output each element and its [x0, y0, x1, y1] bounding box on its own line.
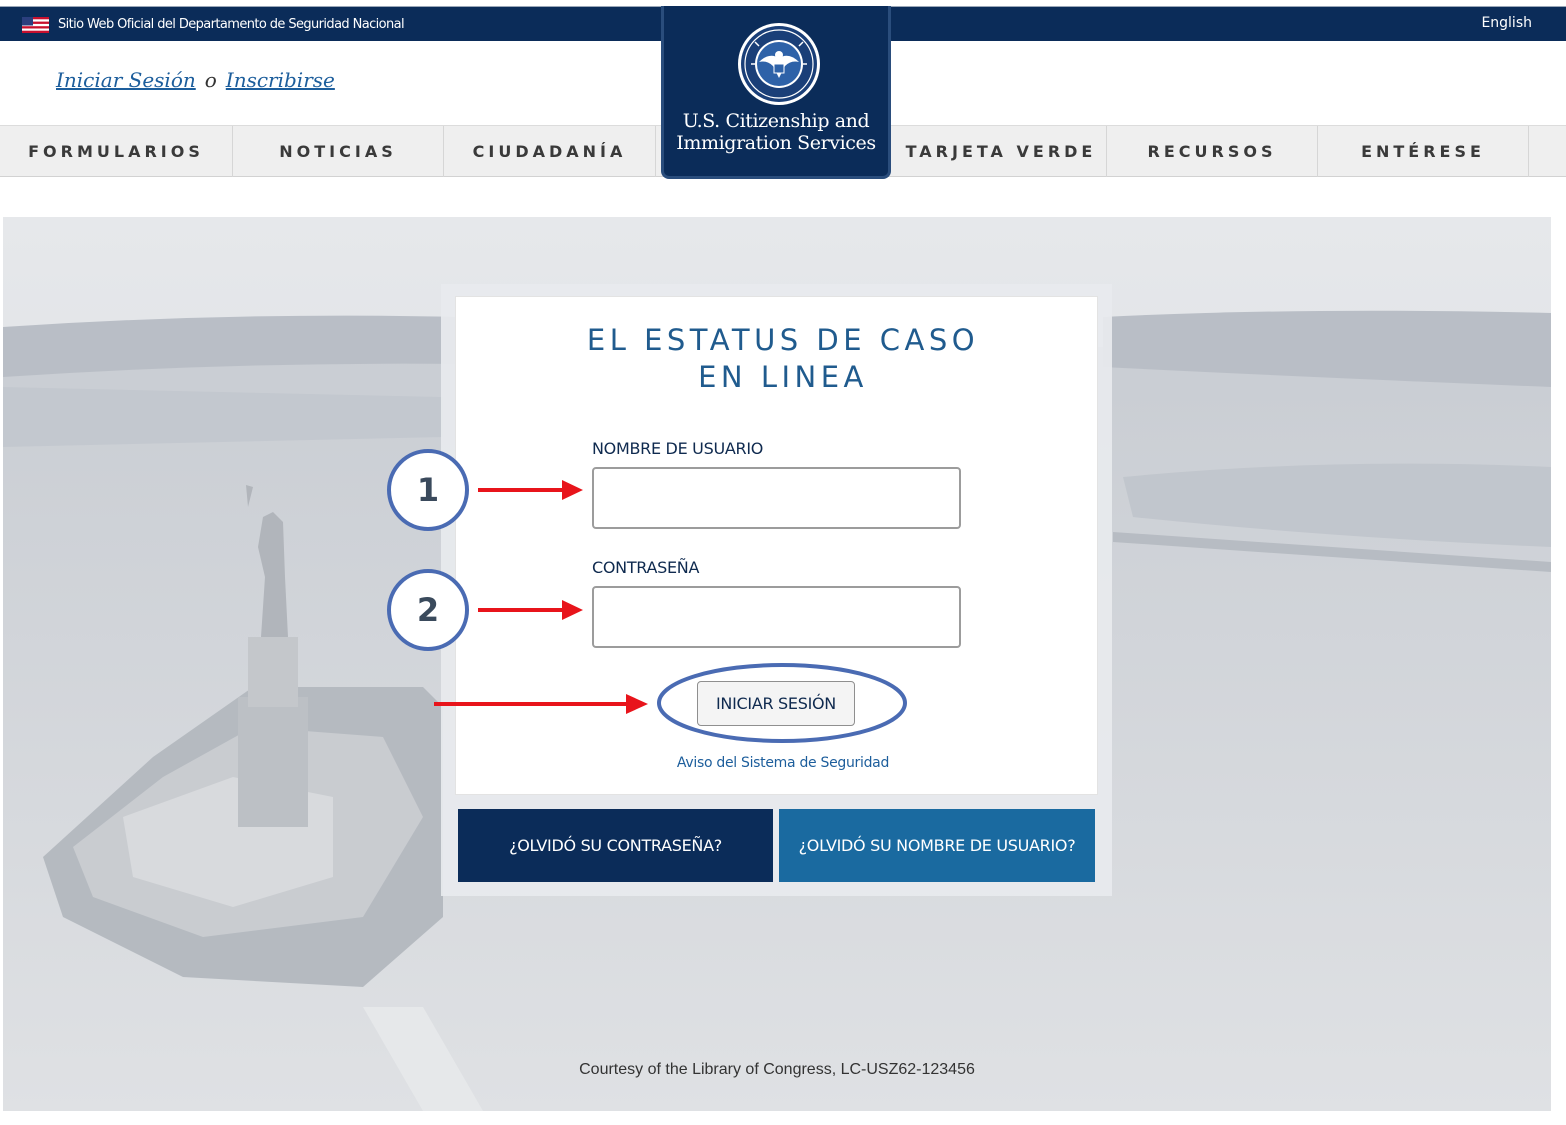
language-toggle-link[interactable]: English	[1481, 15, 1532, 31]
username-input[interactable]	[592, 467, 961, 529]
login-title-line1: EL ESTATUS DE CASO	[586, 323, 980, 357]
nav-item-ciudadania[interactable]: CIUDADANÍA	[444, 126, 656, 177]
nav-item-enterese[interactable]: ENTÉRESE	[1318, 126, 1529, 177]
agency-name-line1: U.S. Citizenship and	[682, 110, 870, 132]
nav-item-noticias[interactable]: NOTICIAS	[233, 126, 444, 177]
nav-item-formularios[interactable]: FORMULARIOS	[0, 126, 233, 177]
image-credit: Courtesy of the Library of Congress, LC-…	[579, 1061, 975, 1078]
password-label: CONTRASEÑA	[592, 558, 700, 577]
forgot-username-button[interactable]: ¿OLVIDÓ SU NOMBRE DE USUARIO?	[779, 809, 1095, 882]
gov-banner-text: Sitio Web Oficial del Departamento de Se…	[58, 17, 405, 32]
login-title: EL ESTATUS DE CASO EN LINEA	[0, 322, 1566, 396]
sign-up-link[interactable]: Inscribirse	[226, 68, 335, 92]
step1-number: 1	[416, 471, 440, 509]
agency-name: U.S. Citizenship and Immigration Service…	[664, 110, 888, 154]
login-title-line2: EN LINEA	[698, 360, 868, 394]
step2-number: 2	[416, 591, 440, 629]
forgot-password-button[interactable]: ¿OLVIDÓ SU CONTRASEÑA?	[458, 809, 773, 882]
agency-name-line2: Immigration Services	[676, 132, 876, 154]
nav-item-tarjeta-verde[interactable]: TARJETA VERDE	[896, 126, 1107, 177]
sign-in-link[interactable]: Iniciar Sesión	[56, 68, 196, 92]
nav-item-recursos[interactable]: RECURSOS	[1107, 126, 1318, 177]
security-notice-link[interactable]: Aviso del Sistema de Seguridad	[0, 755, 1566, 771]
login-submit-button[interactable]: INICIAR SESIÓN	[697, 681, 855, 726]
account-links: Iniciar Sesión o Inscribirse	[56, 68, 335, 92]
password-input[interactable]	[592, 586, 961, 648]
us-flag-icon	[22, 17, 49, 33]
username-label: NOMBRE DE USUARIO	[592, 439, 764, 458]
uscis-logo[interactable]: U.S. Citizenship and Immigration Service…	[661, 6, 891, 179]
account-separator: o	[204, 68, 217, 92]
dhs-seal-icon	[738, 23, 820, 105]
